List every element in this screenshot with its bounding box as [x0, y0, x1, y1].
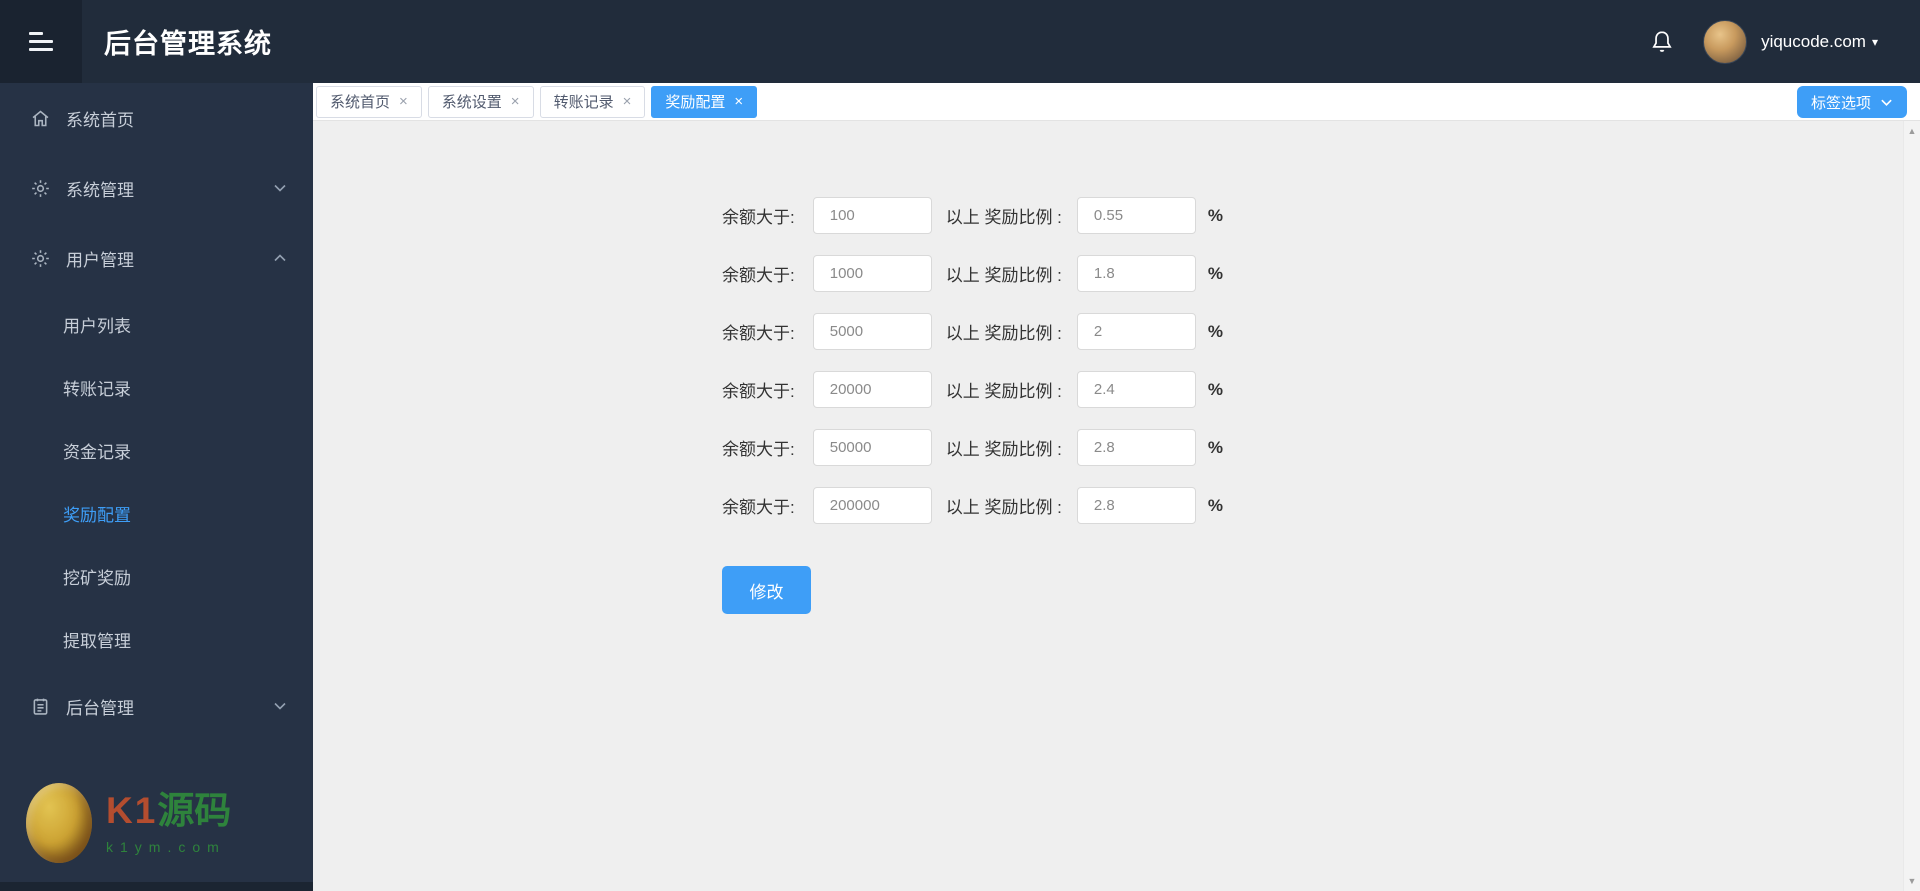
balance-threshold-input[interactable]: [812, 429, 932, 466]
sidebar-item-system-mgmt[interactable]: 系统管理: [0, 153, 313, 223]
tab-system-home[interactable]: 系统首页 ×: [316, 85, 422, 118]
close-icon[interactable]: ×: [399, 93, 408, 110]
top-header: 后台管理系统 yiqucode.com ▾: [0, 0, 1920, 83]
close-icon[interactable]: ×: [623, 93, 632, 110]
gold-orb-icon: [26, 783, 92, 863]
caret-down-icon: ▾: [1871, 34, 1878, 49]
reward-row: 余额大于: 以上 奖励比例 : %: [722, 371, 1223, 408]
balance-label: 余额大于:: [722, 208, 795, 227]
scroll-down-icon[interactable]: ▼: [1904, 876, 1920, 886]
close-icon[interactable]: ×: [734, 93, 743, 110]
sidebar-item-backend-mgmt[interactable]: 后台管理: [0, 671, 313, 741]
sidebar-item-user-mgmt[interactable]: 用户管理: [0, 223, 313, 293]
modify-button[interactable]: 修改: [722, 566, 811, 614]
tab-transfer-records[interactable]: 转账记录 ×: [539, 85, 646, 118]
user-avatar[interactable]: [1703, 19, 1748, 64]
clipboard-icon: [33, 698, 48, 715]
sidebar: 系统首页 系统管理 用户管理 用户列表 转账记录 资金记录 奖励配置 挖矿奖励 …: [0, 83, 313, 891]
close-icon[interactable]: ×: [511, 93, 520, 110]
balance-threshold-input[interactable]: [812, 255, 932, 292]
tab-system-settings[interactable]: 系统设置 ×: [427, 85, 534, 118]
user-mgmt-submenu: 用户列表 转账记录 资金记录 奖励配置 挖矿奖励 提取管理: [0, 293, 313, 671]
watermark-brand-latin: K1: [106, 789, 158, 831]
sidebar-item-transfer-records[interactable]: 转账记录: [0, 356, 313, 419]
sidebar-bottom-strip: [0, 882, 313, 891]
percent-sign: %: [1207, 379, 1224, 399]
reward-ratio-input[interactable]: [1076, 197, 1196, 234]
ratio-label: 以上 奖励比例 :: [945, 440, 1062, 459]
balance-threshold-input[interactable]: [812, 197, 932, 234]
tab-reward-config[interactable]: 奖励配置 ×: [651, 85, 758, 118]
reward-row: 余额大于: 以上 奖励比例 : %: [722, 197, 1223, 234]
tab-bar: 系统首页 × 系统设置 × 转账记录 × 奖励配置 × 标签选项: [313, 83, 1920, 121]
balance-threshold-input[interactable]: [812, 371, 932, 408]
reward-row: 余额大于: 以上 奖励比例 : %: [722, 429, 1223, 466]
watermark-brand-cn: 源码: [157, 789, 232, 831]
chevron-down-icon: [274, 702, 286, 710]
vertical-scrollbar[interactable]: ▲ ▼: [1903, 121, 1920, 891]
ratio-label: 以上 奖励比例 :: [945, 498, 1062, 517]
chevron-down-icon: [1881, 99, 1892, 106]
balance-label: 余额大于:: [722, 440, 795, 459]
reward-row: 余额大于: 以上 奖励比例 : %: [722, 313, 1223, 350]
main-area: 系统首页 × 系统设置 × 转账记录 × 奖励配置 × 标签选项 余额大于: 1…: [313, 83, 1920, 891]
reward-row: 余额大于: 以上 奖励比例 : %: [722, 255, 1223, 292]
reward-ratio-input[interactable]: [1076, 371, 1196, 408]
ratio-label: 以上 奖励比例 :: [945, 324, 1062, 343]
page-title: 后台管理系统: [104, 29, 272, 59]
ratio-label: 以上 奖励比例 :: [945, 382, 1062, 401]
reward-ratio-input[interactable]: [1076, 487, 1196, 524]
reward-row: 余额大于: 以上 奖励比例 : %: [722, 487, 1223, 524]
gear-icon: [32, 249, 49, 267]
admin-app: 后台管理系统 yiqucode.com ▾ 系统首页 系统管理 用户管理 用户列…: [0, 0, 1920, 891]
account-menu[interactable]: yiqucode.com ▾: [1761, 32, 1878, 52]
chevron-up-icon: [274, 254, 286, 262]
content-panel: 余额大于: 以上 奖励比例 : % 余额大于: 以上 奖励比例 : %: [313, 121, 1920, 891]
percent-sign: %: [1207, 205, 1224, 225]
menu-toggle-icon[interactable]: [0, 0, 82, 83]
tag-options-button[interactable]: 标签选项: [1796, 86, 1907, 118]
sidebar-item-withdraw-mgmt[interactable]: 提取管理: [0, 608, 313, 671]
reward-ratio-input[interactable]: [1076, 429, 1196, 466]
percent-sign: %: [1207, 263, 1224, 283]
balance-label: 余额大于:: [722, 324, 795, 343]
gear-icon: [32, 179, 49, 197]
scroll-up-icon[interactable]: ▲: [1904, 126, 1920, 136]
notification-bell-icon[interactable]: [1649, 29, 1675, 55]
sidebar-item-reward-config[interactable]: 奖励配置: [0, 482, 313, 545]
reward-ratio-input[interactable]: [1076, 255, 1196, 292]
sidebar-item-home[interactable]: 系统首页: [0, 83, 313, 153]
balance-label: 余额大于:: [722, 498, 795, 517]
header-actions: yiqucode.com ▾: [1649, 19, 1878, 64]
balance-label: 余额大于:: [722, 266, 795, 285]
reward-config-form: 余额大于: 以上 奖励比例 : % 余额大于: 以上 奖励比例 : %: [722, 197, 1223, 614]
k1-watermark-logo: K1源码 k1ym.com: [26, 783, 231, 863]
balance-label: 余额大于:: [722, 382, 795, 401]
home-icon: [32, 109, 49, 126]
account-name: yiqucode.com: [1761, 31, 1866, 51]
sidebar-item-mining-reward[interactable]: 挖矿奖励: [0, 545, 313, 608]
balance-threshold-input[interactable]: [812, 487, 932, 524]
percent-sign: %: [1207, 495, 1224, 515]
percent-sign: %: [1207, 321, 1224, 341]
balance-threshold-input[interactable]: [812, 313, 932, 350]
chevron-down-icon: [274, 184, 286, 192]
sidebar-item-fund-records[interactable]: 资金记录: [0, 419, 313, 482]
sidebar-item-user-list[interactable]: 用户列表: [0, 293, 313, 356]
reward-ratio-input[interactable]: [1076, 313, 1196, 350]
ratio-label: 以上 奖励比例 :: [945, 208, 1062, 227]
percent-sign: %: [1207, 437, 1224, 457]
ratio-label: 以上 奖励比例 :: [945, 266, 1062, 285]
watermark-site: k1ym.com: [106, 838, 226, 855]
